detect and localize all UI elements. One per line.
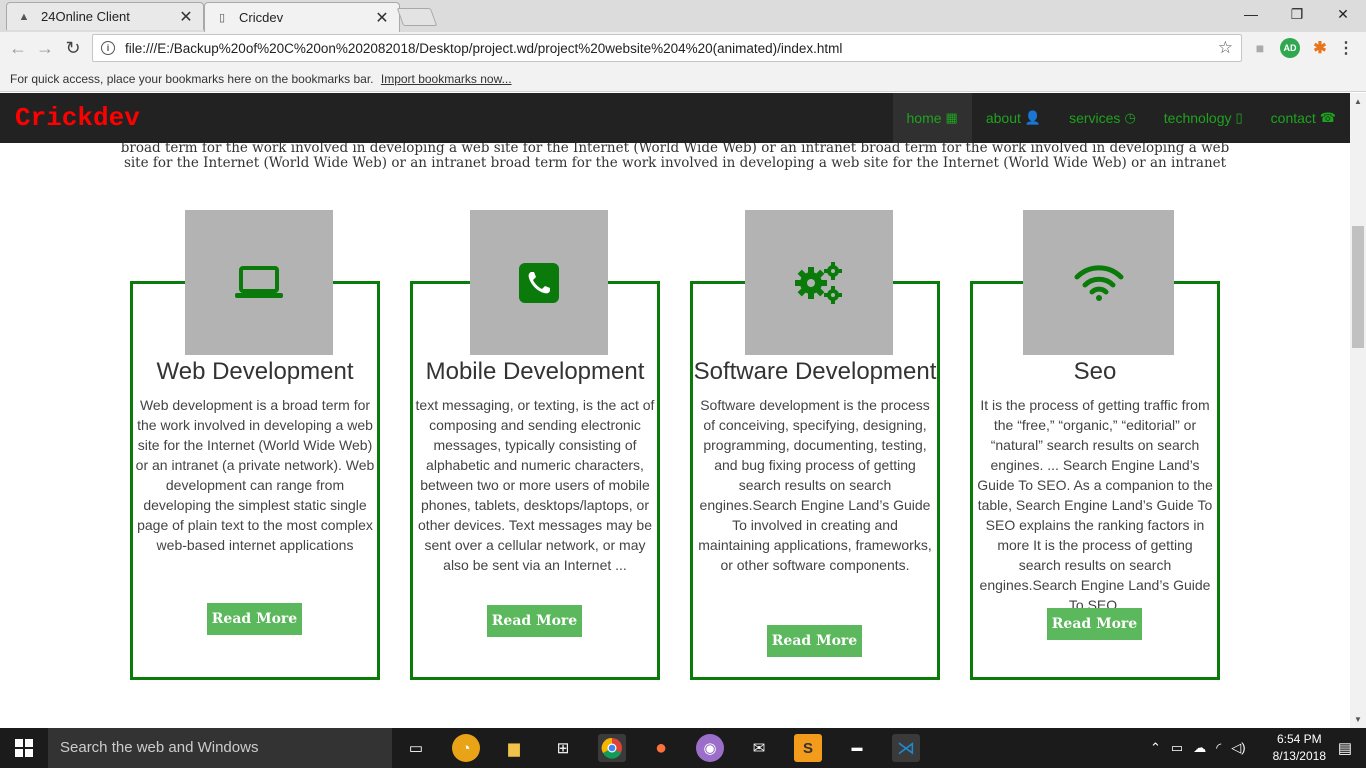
extension-icon[interactable]: ✱ (1310, 38, 1330, 58)
menu-icon[interactable]: ⋮ (1336, 38, 1356, 58)
close-window-button[interactable]: ✕ (1320, 0, 1366, 28)
laptop-icon (185, 210, 333, 355)
scroll-down-icon[interactable]: ▼ (1354, 715, 1362, 724)
tab-strip: ▲ 24Online Client ✕ ▯ Cricdev ✕ — ❐ ✕ (0, 0, 1366, 32)
bookmarks-bar: For quick access, place your bookmarks h… (0, 64, 1366, 92)
chrome-icon[interactable] (598, 734, 626, 762)
card-text: Software development is the process of c… (698, 397, 932, 573)
address-bar[interactable]: i file:///E:/Backup%20of%20C%20on%202082… (92, 34, 1242, 62)
firefox-icon[interactable]: ● (647, 734, 675, 762)
tab-close-icon[interactable]: ✕ (375, 8, 389, 28)
volume-icon[interactable]: ◁) (1231, 740, 1245, 756)
phone-square-icon (470, 210, 608, 355)
nav-about[interactable]: about 👤 (972, 93, 1055, 143)
gears-icon (745, 210, 893, 355)
24online-favicon-icon: ▲ (18, 10, 30, 23)
nav-technology[interactable]: technology ▯ (1150, 93, 1257, 143)
grid-icon: ▦ (945, 110, 958, 125)
chevron-up-icon[interactable]: ⌃ (1150, 740, 1161, 756)
bookmark-star-icon[interactable]: ☆ (1218, 38, 1233, 58)
card-title: Mobile Development (425, 358, 645, 385)
nav-label: home (906, 110, 942, 126)
nav-services[interactable]: services ◷ (1055, 93, 1150, 143)
card-text: It is the process of getting traffic fro… (977, 397, 1213, 613)
tab-cricdev[interactable]: ▯ Cricdev ✕ (204, 2, 400, 32)
site-brand[interactable]: Crickdev (15, 103, 140, 133)
read-more-button[interactable]: Read More (767, 625, 862, 657)
read-more-button[interactable]: Read More (1047, 608, 1142, 640)
read-more-button[interactable]: Read More (487, 605, 582, 637)
page-scrollbar[interactable]: ▲ ▼ (1350, 93, 1366, 728)
mobile-icon: ▯ (1235, 110, 1243, 125)
wifi-icon (1023, 210, 1174, 355)
tab-title: 24Online Client (41, 9, 130, 24)
windows-logo-icon (15, 739, 33, 757)
intro-line: site for the Internet (World Wide Web) o… (123, 155, 1227, 171)
card-title: Web Development (156, 358, 354, 385)
avast-icon[interactable]: ◔ (452, 734, 480, 762)
network-icon[interactable]: ◜ (1216, 740, 1221, 756)
file-explorer-icon[interactable]: ▆ (500, 734, 528, 762)
site-navbar: Crickdev home ▦ about 👤 services ◷ techn… (0, 93, 1350, 143)
task-view-icon[interactable]: ▭ (402, 734, 430, 762)
clock-time: 6:54 PM (1276, 732, 1322, 746)
nav-label: about (985, 110, 1021, 126)
cmd-icon[interactable]: ▬ (843, 734, 871, 762)
info-icon[interactable]: i (101, 41, 115, 55)
card-text: text messaging, or texting, is the act o… (415, 397, 655, 573)
nav-home[interactable]: home ▦ (892, 93, 972, 143)
vscode-icon[interactable]: ⋊ (892, 734, 920, 762)
card-title: Seo (1073, 358, 1117, 385)
bookmarks-message: For quick access, place your bookmarks h… (10, 72, 374, 86)
url-text: file:///E:/Backup%20of%20C%20on%20208201… (125, 40, 843, 56)
maximize-button[interactable]: ❐ (1274, 0, 1320, 28)
minimize-button[interactable]: — (1228, 0, 1274, 28)
nav-label: services (1069, 110, 1121, 126)
card-title: Software Development (693, 358, 937, 385)
new-tab-button[interactable] (396, 8, 438, 26)
cloud-icon[interactable]: ☁ (1193, 740, 1206, 756)
taskbar-search[interactable]: Search the web and Windows (48, 728, 392, 768)
system-tray: ⌃ ▭ ☁ ◜ ◁) (1150, 728, 1256, 768)
start-button[interactable] (0, 728, 48, 768)
read-more-button[interactable]: Read More (207, 603, 302, 635)
scrollbar-thumb[interactable] (1352, 226, 1364, 348)
sublime-icon[interactable]: S (794, 734, 822, 762)
mail-icon[interactable]: ✉ (745, 734, 773, 762)
site-menu: home ▦ about 👤 services ◷ technology ▯ c… (892, 93, 1350, 143)
notifications-icon[interactable]: ▤ (1338, 739, 1352, 757)
services-section: Web Development Web development is a bro… (0, 210, 1350, 710)
import-bookmarks-link[interactable]: Import bookmarks now... (381, 72, 512, 86)
tab-24online[interactable]: ▲ 24Online Client ✕ (6, 2, 204, 30)
user-icon: 👤 (1024, 110, 1042, 125)
tab-close-icon[interactable]: ✕ (179, 7, 193, 27)
nav-contact[interactable]: contact ☎ (1257, 93, 1350, 143)
windows-taskbar: Search the web and Windows ▭ ◔ ▆ ⊞ ● ◉ ✉… (0, 728, 1366, 768)
nav-label: contact (1270, 110, 1316, 126)
browser-toolbar: ← → ↻ i file:///E:/Backup%20of%20C%20on%… (0, 32, 1366, 64)
nav-label: technology (1163, 110, 1232, 126)
taskbar-clock[interactable]: 6:54 PM 8/13/2018 (1273, 731, 1326, 765)
github-icon[interactable]: ◉ (696, 734, 724, 762)
adblock-icon[interactable]: AD (1280, 38, 1300, 58)
scroll-up-icon[interactable]: ▲ (1354, 97, 1362, 106)
clock-icon: ◷ (1124, 110, 1136, 125)
page-viewport: Crickdev home ▦ about 👤 services ◷ techn… (0, 93, 1350, 728)
card-text: Web development is a broad term for the … (135, 397, 375, 553)
store-icon[interactable]: ⊞ (549, 734, 577, 762)
forward-icon[interactable]: → (33, 36, 57, 60)
back-icon[interactable]: ← (6, 36, 30, 60)
page-icon: ▯ (218, 12, 226, 24)
tab-title: Cricdev (239, 10, 284, 25)
intro-text: broad term for the work involved in deve… (0, 141, 1350, 171)
camera-icon[interactable]: ■ (1250, 38, 1270, 58)
phone-icon: ☎ (1319, 110, 1336, 125)
battery-icon[interactable]: ▭ (1171, 740, 1183, 756)
reload-icon[interactable]: ↻ (61, 36, 85, 60)
intro-line: broad term for the work involved in deve… (120, 140, 1230, 156)
clock-date: 8/13/2018 (1272, 749, 1326, 763)
